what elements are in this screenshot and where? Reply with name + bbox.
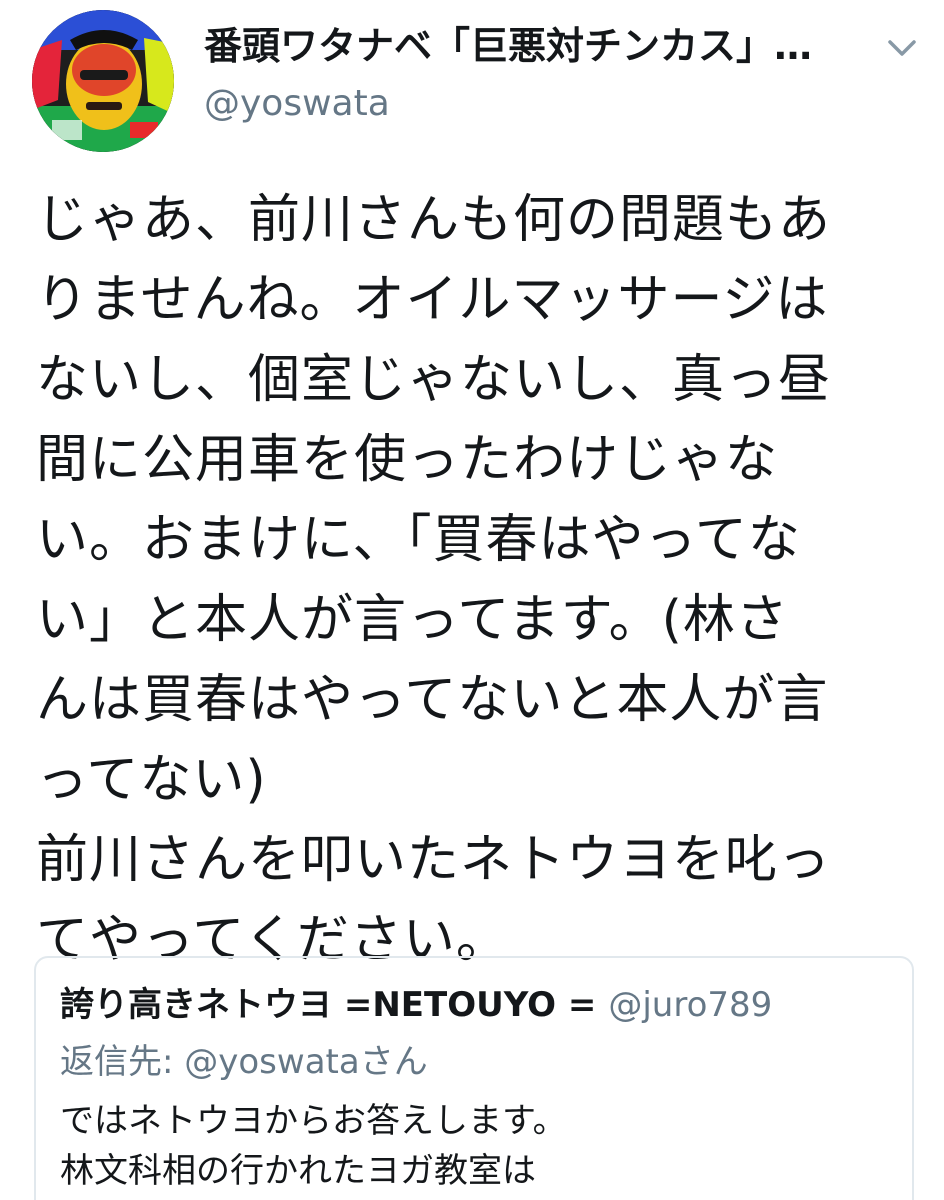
tweet-body-line: じゃあ、前川さんも何の問題もあ <box>36 190 832 250</box>
tweet-body-line: りませんね。オイルマッサージは <box>36 270 829 330</box>
tweet-body: じゃあ、前川さんも何の問題もあ りませんね。オイルマッサージは ないし、個室じゃ… <box>36 180 916 980</box>
tweet-body-line: 前川さんを叩いたネトウヨを叱っ <box>36 830 832 890</box>
tweet-body-line: い。おまけに、「買春はやってな <box>36 510 801 570</box>
tweet-body-line: い」と本人が言ってます。(林さ <box>36 590 789 650</box>
quoted-author-handle: @juro789 <box>608 985 773 1025</box>
tweet-body-line: 間に公用車を使ったわけじゃな <box>36 430 779 490</box>
quoted-author-name: 誇り高きネトウヨ =NETOUYO = <box>60 985 597 1025</box>
quoted-body: ではネトウヨからお答えします。 林文科相の行かれたヨガ教室は <box>60 1096 567 1196</box>
quoted-body-line: 林文科相の行かれたヨガ教室は <box>60 1151 536 1191</box>
avatar-photo-icon <box>32 10 174 152</box>
author-handle[interactable]: @yoswata <box>204 80 390 128</box>
quoted-body-line: ではネトウヨからお答えします。 <box>60 1101 567 1141</box>
quoted-reply-to[interactable]: 返信先: @yoswataさん <box>60 1038 428 1086</box>
quoted-tweet[interactable]: 誇り高きネトウヨ =NETOUYO = @juro789 返信先: @yoswat… <box>34 956 914 1200</box>
author-name[interactable]: 番頭ワタナベ「巨悪対チンカス」… <box>204 20 864 72</box>
tweet-body-line: んは買春はやってないと本人が言 <box>36 670 829 730</box>
tweet: 番頭ワタナベ「巨悪対チンカス」… @yoswata じゃあ、前川さんも何の問題も… <box>0 0 944 1200</box>
author-avatar[interactable] <box>32 10 174 152</box>
tweet-body-line: ってない) <box>36 750 267 810</box>
tweet-body-line: ないし、個室じゃないし、真っ昼 <box>36 350 832 410</box>
quoted-author: 誇り高きネトウヨ =NETOUYO = @juro789 <box>60 980 772 1030</box>
chevron-down-icon[interactable] <box>882 30 922 66</box>
